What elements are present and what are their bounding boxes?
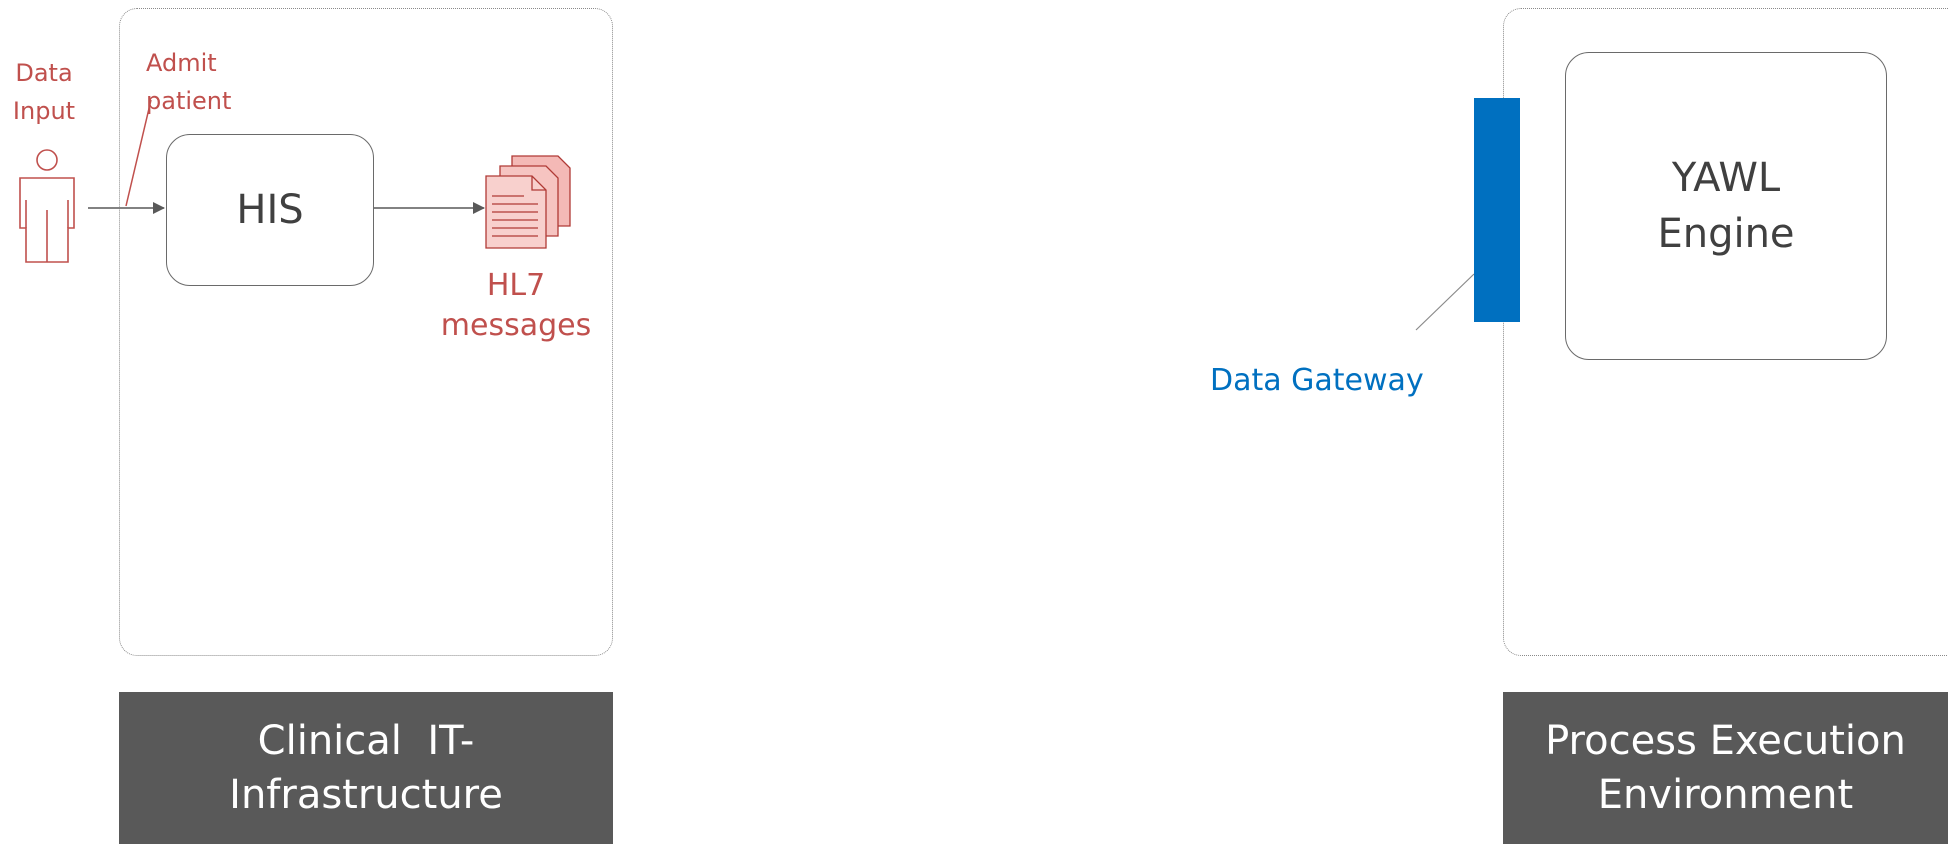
hl7-label-line1: HL7 xyxy=(486,268,546,303)
actor-label-line1: Data xyxy=(15,59,73,87)
admit-patient-label: Admit patient xyxy=(146,44,231,120)
admit-label-line2: patient xyxy=(146,87,232,115)
clinical-it-footer: Clinical IT- Infrastructure xyxy=(119,692,613,844)
clinical-footer-line2: Infrastructure xyxy=(229,772,503,818)
actor-label: Data Input xyxy=(0,54,88,130)
yawl-engine-node: YAWL Engine xyxy=(1565,52,1887,360)
data-gateway-bar xyxy=(1474,98,1520,322)
clinical-footer-line1: Clinical IT- xyxy=(257,718,475,764)
gateway-leader-line xyxy=(1415,273,1475,331)
engine-label-line1: YAWL xyxy=(1671,155,1781,201)
hl7-messages-label: HL7 messages xyxy=(436,266,596,346)
his-label: HIS xyxy=(236,187,304,233)
his-node: HIS xyxy=(166,134,374,286)
hl7-label-line2: messages xyxy=(440,308,592,343)
process-footer-line2: Environment xyxy=(1597,772,1854,818)
data-gateway-label: Data Gateway xyxy=(1210,363,1424,398)
admit-label-line1: Admit xyxy=(146,49,217,77)
actor-label-line2: Input xyxy=(12,97,76,125)
person-icon xyxy=(19,149,75,263)
engine-label-line2: Engine xyxy=(1657,211,1795,257)
document-stack-icon xyxy=(485,155,571,249)
process-footer-line1: Process Execution xyxy=(1545,718,1906,764)
process-execution-footer: Process Execution Environment xyxy=(1503,692,1948,844)
